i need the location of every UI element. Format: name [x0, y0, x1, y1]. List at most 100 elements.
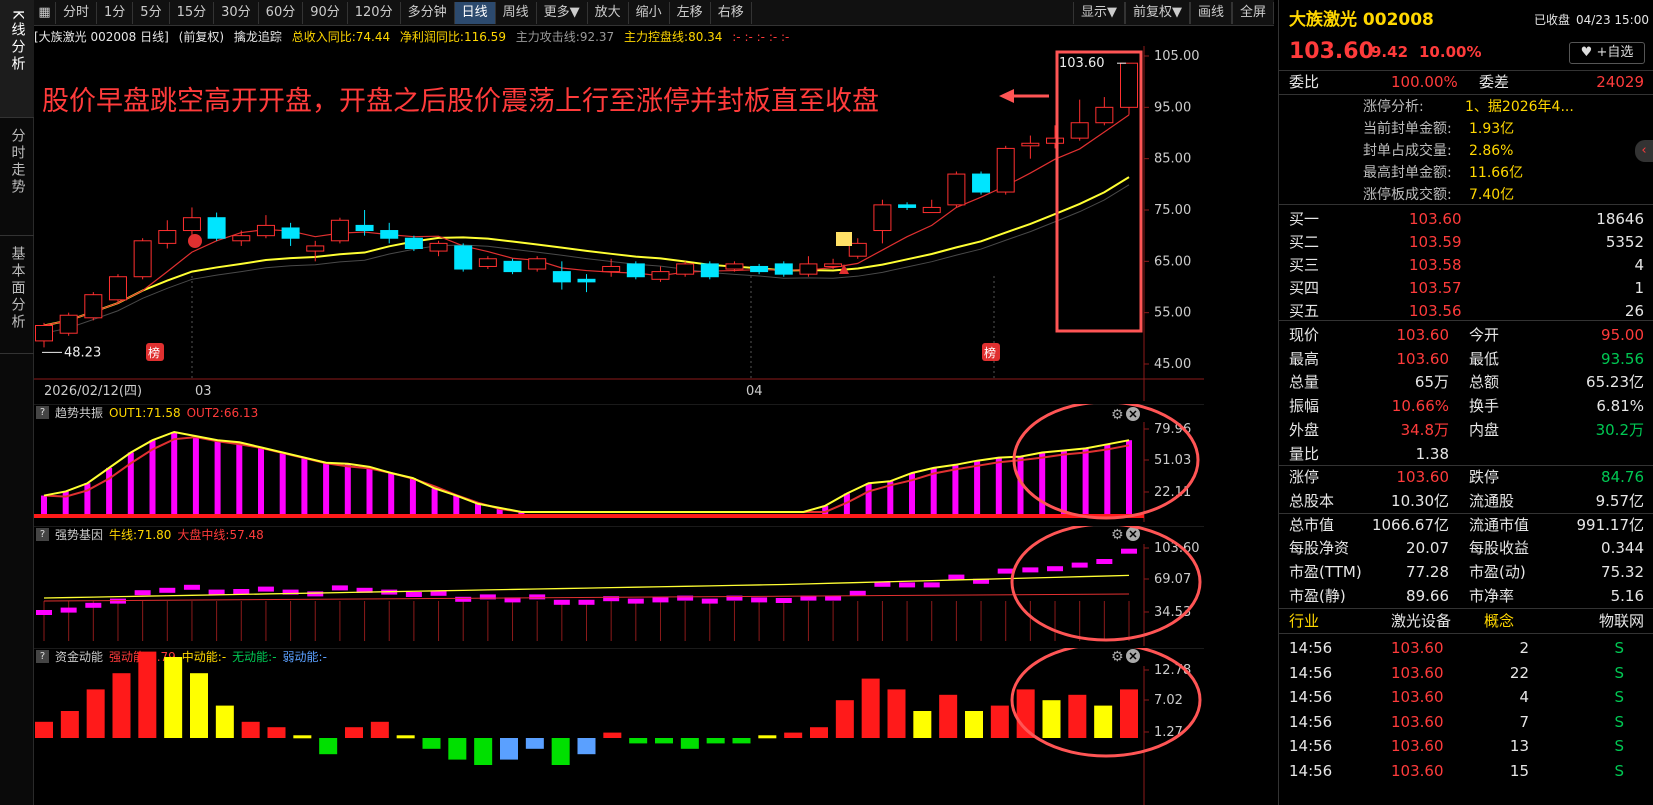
- strong-panel-chart[interactable]: 103.6069.0734.53⚙: [34, 526, 1204, 646]
- period-button[interactable]: 5分: [133, 1, 170, 24]
- period-button[interactable]: 日线: [454, 1, 496, 24]
- price-change-pct: 10.00%: [1419, 43, 1482, 61]
- stat-value: 103.60: [1396, 468, 1450, 487]
- strong-magenta-block: [849, 590, 866, 596]
- tab-kline-analysis[interactable]: K线分析: [0, 0, 34, 118]
- y-tick-label: 7.02: [1154, 693, 1183, 708]
- toolbar-right-button[interactable]: 前复权▼: [1124, 2, 1190, 24]
- tick-side: S: [1614, 663, 1624, 682]
- ma-red-line: [43, 114, 1130, 327]
- bid-price: 103.60: [1409, 210, 1462, 228]
- trend-bar: [995, 457, 1002, 514]
- period-button[interactable]: 30分: [214, 1, 259, 24]
- limit-analysis-value: 7.40亿: [1469, 187, 1515, 203]
- candle: [824, 258, 843, 270]
- period-button[interactable]: 15分: [170, 1, 215, 24]
- left-tab-bar: K线分析 分时走势 基本面分析: [0, 0, 34, 805]
- strong-magenta-block: [159, 587, 176, 593]
- candle-body: [774, 263, 793, 275]
- candle-body: [552, 271, 571, 283]
- strong-magenta-block: [331, 585, 348, 591]
- month-label: 04: [746, 384, 763, 399]
- stat-row: 总股本 10.30亿 流通股 9.57亿: [1279, 490, 1653, 513]
- tab-fundamental-analysis[interactable]: 基本面分析: [0, 236, 34, 354]
- add-watchlist-button[interactable]: ♥ +自选: [1569, 42, 1645, 64]
- bid-volume: 4: [1634, 256, 1644, 274]
- tick-volume: 4: [1519, 688, 1529, 706]
- toolbar-right-button[interactable]: 全屏: [1231, 2, 1274, 24]
- strong-magenta-block: [36, 610, 52, 615]
- period-button[interactable]: 右移: [711, 1, 752, 24]
- concept-value[interactable]: 物联网: [1599, 610, 1644, 632]
- period-button[interactable]: 90分: [303, 1, 348, 24]
- bid-level: 买五: [1289, 302, 1320, 320]
- strong-magenta-block: [553, 599, 570, 605]
- period-button[interactable]: 60分: [259, 1, 304, 24]
- stat-key: 振幅: [1289, 397, 1320, 416]
- candle-body: [306, 245, 325, 252]
- tab-label: 分时走势: [9, 128, 26, 196]
- period-button[interactable]: 左移: [670, 1, 711, 24]
- candle: [182, 207, 201, 236]
- candle-body: [281, 227, 300, 239]
- tick-price: 103.60: [1391, 737, 1444, 755]
- toolbar-right-button[interactable]: 显示▼: [1072, 2, 1125, 24]
- settings-gear-icon[interactable]: ⚙: [1111, 407, 1124, 423]
- fund-bar: [732, 738, 751, 744]
- y-tick-label: 51.03: [1154, 453, 1191, 468]
- quote-panel: 大族激光 002008 已收盘 04/23 15:00 103.60 9.42 …: [1278, 0, 1653, 805]
- trend-bar: [323, 462, 330, 514]
- period-button[interactable]: 120分: [348, 1, 401, 24]
- strong-magenta-block: [948, 574, 965, 580]
- fund-bar: [706, 738, 725, 744]
- period-button[interactable]: 1分: [97, 1, 134, 24]
- trend-bar: [41, 495, 47, 514]
- candle-body: [1046, 137, 1065, 144]
- period-button[interactable]: 放大: [588, 1, 629, 24]
- indicator-name[interactable]: 擒龙追踪: [234, 30, 282, 44]
- period-button[interactable]: 周线: [496, 1, 537, 24]
- trend-bar: [106, 467, 113, 514]
- stat-value: 6.81%: [1596, 397, 1644, 416]
- candle: [256, 215, 275, 239]
- candle: [429, 240, 448, 257]
- bid-price: 103.58: [1409, 256, 1462, 274]
- industry-value[interactable]: 激光设备: [1391, 610, 1451, 632]
- period-button[interactable]: 多分钟: [401, 1, 455, 24]
- stat-value: 10.66%: [1391, 397, 1449, 416]
- trend-bar: [1060, 450, 1067, 514]
- candle: [602, 258, 621, 277]
- bid-level: 买二: [1289, 233, 1320, 251]
- stat-key: 现价: [1289, 326, 1320, 344]
- stat-value: 0.344: [1601, 539, 1644, 558]
- fund-bar: [835, 700, 854, 738]
- strong-magenta-block: [751, 597, 768, 603]
- tab-intraday-trend[interactable]: 分时走势: [0, 118, 34, 236]
- settings-gear-icon[interactable]: ⚙: [1111, 649, 1124, 665]
- settings-gear-icon[interactable]: ⚙: [1111, 527, 1124, 543]
- candle-body: [478, 258, 497, 267]
- trend-panel-chart[interactable]: 79.9651.0322.11⚙: [34, 404, 1204, 522]
- fund-bar: [810, 727, 828, 738]
- stat-value: 20.07: [1406, 539, 1449, 558]
- grid-icon[interactable]: ▦: [34, 1, 56, 24]
- candle-body: [503, 260, 522, 273]
- month-label: 03: [195, 384, 212, 399]
- adjust-label[interactable]: (前复权): [179, 30, 224, 44]
- strong-magenta-block: [257, 586, 274, 592]
- period-button[interactable]: 更多▼: [537, 1, 588, 24]
- limit-analysis-value: 11.66亿: [1469, 165, 1524, 181]
- fund-panel-chart[interactable]: 12.787.021.27⚙: [34, 648, 1204, 805]
- fund-bar: [164, 657, 183, 738]
- candle: [922, 199, 941, 214]
- fund-bar: [1042, 700, 1061, 738]
- control-line-value: 主力控盘线:80.34: [624, 30, 723, 44]
- period-button[interactable]: 分时: [56, 1, 98, 24]
- candle-body: [1021, 142, 1040, 147]
- period-button[interactable]: 缩小: [629, 1, 670, 24]
- fund-bar: [293, 735, 312, 739]
- toolbar-right-button[interactable]: 画线: [1189, 2, 1232, 24]
- stat-row: 市盈(静) 89.66 市净率 5.16: [1279, 585, 1653, 608]
- fund-bar: [1120, 689, 1138, 738]
- trend-bar: [1104, 444, 1111, 514]
